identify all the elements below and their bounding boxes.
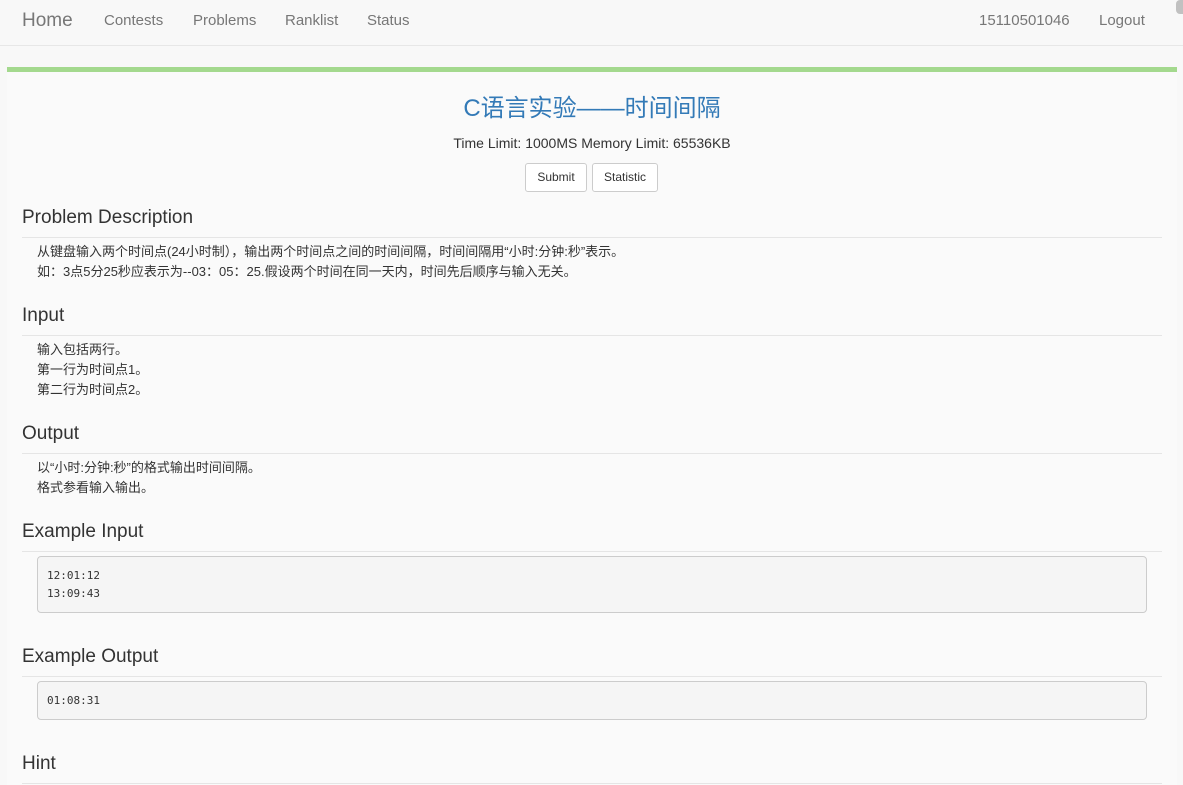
- output-text: 以“小时:分钟:秒”的格式输出时间间隔。 格式参看输入输出。: [37, 458, 1157, 498]
- description-line: 从键盘输入两个时间点(24小时制），输出两个时间点之间的时间间隔，时间间隔用“小…: [37, 244, 625, 259]
- statistic-button[interactable]: Statistic: [592, 163, 658, 192]
- user-id-link[interactable]: 15110501046: [979, 12, 1070, 30]
- home-link[interactable]: Home: [22, 9, 73, 33]
- submit-button[interactable]: Submit: [525, 163, 587, 192]
- nav-link-problems[interactable]: Problems: [193, 12, 256, 30]
- section-heading-input: Input: [22, 305, 1162, 336]
- section-heading-output: Output: [22, 423, 1162, 454]
- description-line: 如：3点5分25秒应表示为--03：05：25.假设两个时间在同一天内，时间先后…: [37, 264, 577, 279]
- input-line: 第二行为时间点2。: [37, 382, 149, 397]
- section-heading-description: Problem Description: [22, 207, 1162, 238]
- logout-link[interactable]: Logout: [1099, 12, 1145, 30]
- section-heading-hint: Hint: [22, 753, 1162, 784]
- output-line: 以“小时:分钟:秒”的格式输出时间间隔。: [37, 460, 261, 475]
- output-line: 格式参看输入输出。: [37, 480, 155, 495]
- description-text: 从键盘输入两个时间点(24小时制），输出两个时间点之间的时间间隔，时间间隔用“小…: [37, 242, 1157, 282]
- problem-panel: C语言实验——时间间隔 Time Limit: 1000MS Memory Li…: [7, 67, 1177, 785]
- input-line: 输入包括两行。: [37, 342, 129, 357]
- nav-link-ranklist[interactable]: Ranklist: [285, 12, 338, 30]
- input-line: 第一行为时间点1。: [37, 362, 149, 377]
- problem-title: C语言实验——时间间隔: [463, 95, 721, 122]
- section-heading-example-input: Example Input: [22, 521, 1162, 552]
- section-heading-example-output: Example Output: [22, 646, 1162, 677]
- example-output-block: 01:08:31: [37, 681, 1147, 720]
- problem-limits: Time Limit: 1000MS Memory Limit: 65536KB: [453, 135, 731, 151]
- scrollbar-thumb[interactable]: [1176, 0, 1183, 14]
- top-navbar: Home Contests Problems Ranklist Status 1…: [0, 0, 1183, 46]
- nav-link-contests[interactable]: Contests: [104, 12, 163, 30]
- nav-link-status[interactable]: Status: [367, 12, 410, 30]
- example-input-block: 12:01:12 13:09:43: [37, 556, 1147, 613]
- input-text: 输入包括两行。 第一行为时间点1。 第二行为时间点2。: [37, 340, 1157, 400]
